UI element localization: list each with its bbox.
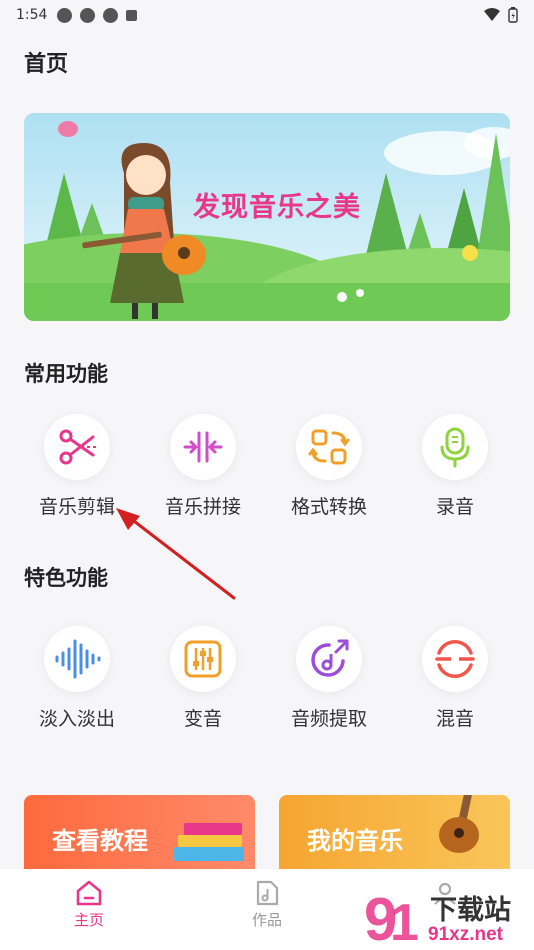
- function-fade[interactable]: 淡入淡出: [14, 626, 140, 731]
- tab-home[interactable]: 主页: [0, 869, 178, 950]
- equalizer-icon: [184, 640, 222, 678]
- promo-tutorial-label: 查看教程: [52, 827, 148, 855]
- function-label: 音乐拼接: [164, 496, 241, 518]
- function-label: 录音: [435, 496, 474, 518]
- battery-icon: [508, 7, 518, 23]
- function-music-cut[interactable]: 音乐剪辑: [14, 414, 140, 519]
- common-function-grid: 音乐剪辑 音乐拼接 格式转换 录音: [14, 414, 518, 519]
- banner-text: 发现音乐之美: [193, 192, 361, 223]
- mix-icon: [435, 640, 475, 678]
- function-label: 音乐剪辑: [38, 496, 115, 518]
- function-record[interactable]: 录音: [392, 414, 518, 519]
- notification-icon: [103, 7, 119, 23]
- microphone-icon: [440, 427, 470, 468]
- function-voice-change[interactable]: 变音: [140, 626, 266, 731]
- function-label: 格式转换: [290, 496, 367, 518]
- wifi-icon: [484, 8, 500, 21]
- promo-tutorial[interactable]: 查看教程: [24, 795, 255, 875]
- function-label: 音频提取: [290, 708, 367, 730]
- banner[interactable]: 发现音乐之美: [24, 113, 510, 321]
- books-icon: [174, 823, 244, 861]
- tab-label: 主页: [73, 911, 104, 929]
- page-title: 首页: [24, 52, 69, 77]
- home-icon: [76, 880, 102, 906]
- common-section-title: 常用功能: [24, 362, 108, 386]
- status-time: 1:54: [16, 7, 48, 23]
- promo-my-music[interactable]: 我的音乐: [279, 795, 510, 875]
- tab-works[interactable]: 作品: [178, 869, 356, 950]
- convert-icon: [308, 429, 350, 465]
- notification-icon: [126, 9, 138, 21]
- function-music-merge[interactable]: 音乐拼接: [140, 414, 266, 519]
- music-extract-icon: [311, 639, 349, 677]
- watermark-text-2: 91xz.net: [428, 924, 503, 945]
- function-label: 淡入淡出: [38, 708, 115, 730]
- feature-section-title: 特色功能: [24, 566, 108, 590]
- notification-icon: [80, 7, 96, 23]
- function-format-convert[interactable]: 格式转换: [266, 414, 392, 519]
- feature-function-grid: 淡入淡出 变音 音频提取 混音: [14, 626, 518, 731]
- status-bar: 1:54: [0, 0, 534, 30]
- scissors-icon: [59, 429, 97, 465]
- watermark: 9 1 下载站 91xz.net: [360, 880, 534, 950]
- svg-text:1: 1: [390, 894, 419, 950]
- watermark-text-1: 下载站: [430, 895, 511, 926]
- function-audio-extract[interactable]: 音频提取: [266, 626, 392, 731]
- tab-label: 作品: [251, 911, 282, 929]
- promo-my-music-label: 我的音乐: [307, 827, 403, 855]
- guitar-icon: [439, 795, 479, 853]
- function-mix[interactable]: 混音: [392, 626, 518, 731]
- waveform-icon: [55, 639, 101, 679]
- function-label: 变音: [183, 708, 222, 730]
- notification-icon: [57, 7, 73, 23]
- merge-icon: [183, 431, 223, 463]
- function-label: 混音: [435, 708, 474, 730]
- music-file-icon: [256, 880, 279, 906]
